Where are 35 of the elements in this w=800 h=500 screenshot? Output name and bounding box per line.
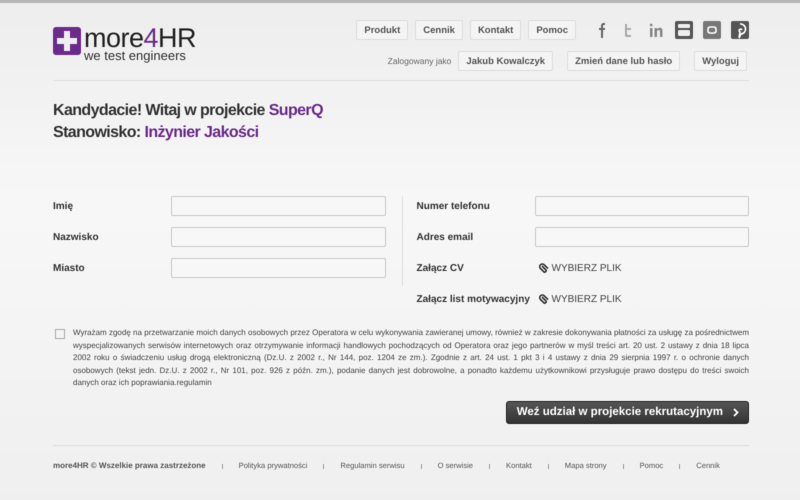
linkedin-icon[interactable]: [647, 21, 665, 39]
nav-button[interactable]: Pomoc: [528, 20, 576, 40]
field-label: Nazwisko: [53, 232, 100, 242]
chevron-icon: [733, 408, 739, 416]
input-field[interactable]: [534, 196, 749, 216]
consent-checkbox[interactable]: [55, 329, 65, 339]
input-field[interactable]: [534, 227, 749, 247]
nav-button[interactable]: Cennik: [415, 20, 463, 40]
page-heading: Stanowisko: Inżynier Jakości: [53, 123, 260, 143]
logo-text: more4HR: [84, 27, 196, 49]
account-button[interactable]: Wyloguj: [694, 51, 747, 71]
file-button[interactable]: WYBIERZ PLIK: [534, 294, 626, 304]
account-button[interactable]: Zmień dane lub hasło: [567, 51, 680, 71]
field-label: Miasto: [53, 262, 86, 274]
field-label: Załącz CV: [416, 262, 465, 274]
field-label: Załącz list motywacyjny: [416, 294, 531, 304]
field-label: Imię: [53, 200, 74, 212]
nav-button[interactable]: Produkt: [356, 20, 408, 40]
field-label: Numer telefonu: [416, 200, 491, 212]
page-heading: Kandydacie! Witaj w projekcie SuperQ: [53, 101, 324, 121]
file-button[interactable]: WYBIERZ PLIK: [534, 262, 626, 274]
submit-button[interactable]: Weź udział w projekcie rekrutacyjnym: [506, 400, 749, 424]
input-field[interactable]: [171, 258, 386, 278]
field-label: Adres email: [416, 232, 474, 242]
logged-in-label: Zalogowany jako: [388, 56, 452, 66]
paperclip-icon: [538, 294, 548, 304]
account-button[interactable]: Jakub Kowalczyk: [458, 51, 554, 71]
nav-button[interactable]: Kontakt: [470, 20, 522, 40]
paperclip-icon: [538, 262, 548, 274]
consent-text: Wyrażam zgodę na przetwarzanie moich danych osobowych przez Operatora w celu wykonywania zawieranej umowy, również w zakresie dokonywania płatności za usługę za pośrednictwem wyspecjalizowanych serwisów internetowych oraz otrzymywanie informacji handlowych pochodzących od Operatora oraz jego partnerów w myśl treści art. 20 ust. 2 ustawy z dnia 18 lipca 2002 roku o świadczeniu usług drogą elektroniczną (Dz.U. z 2002 r., Nr 144, poz. 1204 ze zm.). Zgodnie z art. 24 ust. 1 pkt 3 i 4 ustawy z dnia 29 sierpnia 1997 r. o ochronie danych osobowych (tekst jedn. Dz.U. z 2002 r., Nr 101, poz. 926 z późn. zm.), podanie danych jest dobrowolne, a ponadto każdemu użytkownikowi przysługuje prawo dostępu do treści swoich danych oraz ich poprawiania.regulamin: [73, 327, 749, 389]
input-field[interactable]: [171, 196, 386, 216]
logo-tagline: we test engineers: [84, 49, 187, 62]
logo-icon: [53, 27, 81, 55]
copyright-text: more4HR © Wszelkie prawa zastrzeżone: [53, 460, 206, 470]
input-field[interactable]: [171, 227, 386, 247]
